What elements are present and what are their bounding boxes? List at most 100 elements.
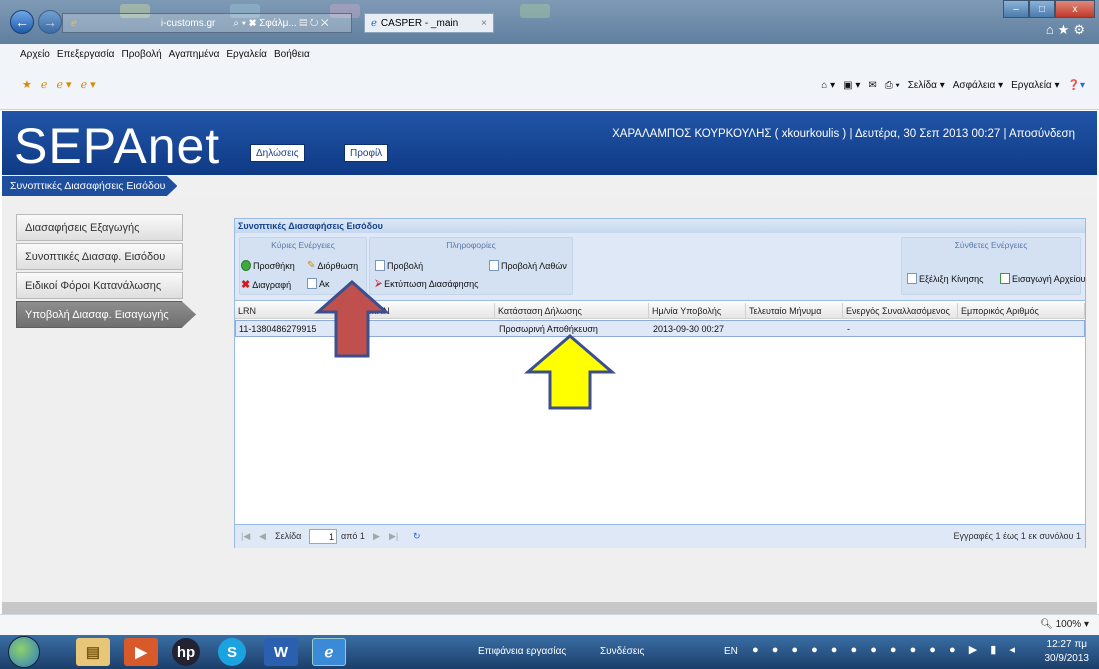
- start-button[interactable]: [8, 636, 40, 668]
- windows-taskbar: ▤ ▶ hp S W ℯ Επιφάνεια εργασίας Συνδέσει…: [0, 635, 1099, 669]
- tools-menu[interactable]: Εργαλεία ▾: [1011, 80, 1059, 91]
- media-player-icon[interactable]: ▶: [124, 638, 158, 666]
- breadcrumb[interactable]: Συνοπτικές Διασαφήσεις Εισόδου: [2, 176, 178, 196]
- system-tray-icons[interactable]: ● ● ● ● ● ● ● ● ● ● ● ▶ ▮ ◂: [752, 643, 1020, 656]
- zoom-control[interactable]: 🔍︎ 100% ▾: [1040, 619, 1089, 630]
- menu-favorites[interactable]: Αγαπημένα: [169, 49, 220, 60]
- help-icon[interactable]: ❓▾: [1068, 80, 1085, 91]
- site-header: SEPAnet Δηλώσεις Προφίλ ΧΑΡΑΛΑΜΠΟΣ ΚΟΥΡΚ…: [2, 111, 1097, 175]
- explorer-icon[interactable]: ▤: [76, 638, 110, 666]
- skype-icon[interactable]: S: [218, 638, 246, 666]
- cell-last-message: [747, 321, 844, 336]
- nav-declarations-button[interactable]: Δηλώσεις: [250, 144, 305, 162]
- delete-label: Διαγραφή: [252, 279, 292, 290]
- print-icon[interactable]: ⎙ ▾: [885, 80, 900, 91]
- print-declaration-label: Εκτύπωση Διασάφησης: [384, 278, 479, 289]
- last-page-icon[interactable]: ▶|: [389, 531, 398, 542]
- page-label: Σελίδα: [275, 531, 302, 541]
- sidebar-item-entry-summary[interactable]: Συνοπτικές Διασαφ. Εισόδου: [16, 243, 183, 270]
- column-header-status[interactable]: Κατάσταση Δήλωσης: [495, 303, 649, 319]
- forward-button[interactable]: →: [38, 10, 62, 34]
- info-group-title: Πληροφορίες: [446, 240, 496, 250]
- panel-title: Συνοπτικές Διασαφήσεις Εισόδου: [235, 219, 1085, 233]
- records-count: Εγγραφές 1 έως 1 εκ συνόλου 1: [953, 531, 1081, 541]
- zoom-level: 100%: [1055, 619, 1082, 630]
- add-button[interactable]: Προσθήκη: [241, 260, 295, 271]
- tab-close-icon[interactable]: ×: [481, 18, 487, 29]
- complex-actions-group: Σύνθετες Ενέργειες: [901, 237, 1081, 295]
- close-button[interactable]: x: [1055, 0, 1095, 18]
- document-icon: [907, 273, 917, 284]
- sidebar-item-import-submission[interactable]: Υποβολή Διασαφ. Εισαγωγής: [16, 301, 196, 328]
- print-declaration-button[interactable]: ⮚ Εκτύπωση Διασάφησης: [375, 278, 478, 289]
- browser-title-bar: ← → ℯ i-customs.gr ⌕ ▾ ✖ Σφάλμ... ▤ ↻ ✕ …: [0, 0, 1099, 44]
- minimize-button[interactable]: –: [1003, 0, 1029, 18]
- edit-button[interactable]: ✎ Διόρθωση: [307, 260, 358, 271]
- column-header-date[interactable]: Ημ/νία Υποβολής: [649, 303, 746, 319]
- menu-view[interactable]: Προβολή: [121, 49, 161, 60]
- main-actions-title: Κύριες Ενέργειες: [271, 240, 335, 250]
- command-bar: ★ ℯ ℯ▾ ℯ▾ ⌂ ▾ ▣ ▾ ✉ ⎙ ▾ Σελίδα ▾ Ασφάλει…: [0, 64, 1099, 110]
- prev-page-icon[interactable]: ◀: [259, 531, 266, 542]
- page-of-label: από 1: [341, 531, 365, 541]
- view-button[interactable]: Προβολή: [375, 260, 423, 271]
- menu-help[interactable]: Βοήθεια: [274, 49, 310, 60]
- view-label: Προβολή: [387, 260, 424, 271]
- document-icon: [489, 260, 499, 271]
- sepanet-logo: SEPAnet: [14, 118, 221, 174]
- cell-status: Προσωρινή Αποθήκευση: [499, 323, 598, 334]
- address-bar[interactable]: ℯ i-customs.gr ⌕ ▾ ✖ Σφάλμ... ▤ ↻ ✕: [62, 13, 352, 33]
- column-header-last-message[interactable]: Τελευταίο Μήνυμα: [746, 303, 843, 319]
- refresh-icon[interactable]: ↻: [413, 531, 421, 542]
- yellow-arrow-annotation: [523, 334, 617, 410]
- ie-tab-icon: ℯ: [371, 17, 377, 29]
- language-indicator[interactable]: EN: [724, 646, 738, 657]
- address-controls[interactable]: ⌕ ▾ ✖ Σφάλμ... ▤ ↻ ✕: [233, 18, 328, 29]
- sidebar-item-export-declarations[interactable]: Διασαφήσεις Εξαγωγής: [16, 214, 183, 241]
- clock[interactable]: 12:27 πμ 30/9/2013: [1045, 638, 1090, 666]
- add-label: Προσθήκη: [253, 260, 295, 271]
- cell-date: 2013-09-30 00:27: [653, 323, 725, 334]
- menu-tools[interactable]: Εργαλεία: [226, 49, 267, 60]
- maximize-button[interactable]: □: [1029, 0, 1055, 18]
- delete-button[interactable]: ✖ Διαγραφή: [241, 278, 291, 291]
- clock-date: 30/9/2013: [1044, 653, 1090, 664]
- movement-progress-button[interactable]: Εξέλιξη Κίνησης: [907, 273, 984, 284]
- column-header-commercial-no[interactable]: Εμπορικός Αριθμός: [958, 303, 1085, 319]
- import-file-button[interactable]: Εισαγωγή Αρχείου: [1000, 273, 1086, 284]
- favorites-icons[interactable]: ★ ℯ ℯ▾ ℯ▾: [22, 78, 99, 91]
- word-icon[interactable]: W: [264, 638, 298, 666]
- user-info[interactable]: ΧΑΡΑΛΑΜΠΟΣ ΚΟΥΡΚΟΥΛΗΣ ( xkourkoulis ) | …: [612, 128, 1075, 140]
- browser-tab[interactable]: ℯ CASPER - _main ×: [364, 13, 494, 33]
- background-decoration: [520, 4, 550, 18]
- declarations-panel: Συνοπτικές Διασαφήσεις Εισόδου Κύριες Εν…: [234, 218, 1086, 548]
- nav-profile-button[interactable]: Προφίλ: [344, 144, 389, 162]
- cell-active-trader: -: [847, 323, 850, 334]
- feeds-icon[interactable]: ▣ ▾: [843, 80, 860, 91]
- movement-progress-label: Εξέλιξη Κίνησης: [919, 273, 984, 284]
- menu-bar: Αρχείο Επεξεργασία Προβολή Αγαπημένα Εργ…: [0, 44, 1099, 64]
- page-number-input[interactable]: 1: [309, 529, 337, 544]
- safety-menu[interactable]: Ασφάλεια ▾: [953, 80, 1003, 91]
- command-bar-right: ⌂ ▾ ▣ ▾ ✉ ⎙ ▾ Σελίδα ▾ Ασφάλεια ▾ Εργαλε…: [821, 80, 1085, 91]
- browser-status-bar: 🔍︎ 100% ▾: [0, 614, 1099, 635]
- page-menu[interactable]: Σελίδα ▾: [908, 80, 945, 91]
- mail-icon[interactable]: ✉: [868, 80, 876, 91]
- column-header-active-trader[interactable]: Ενεργός Συναλλασόμενος: [843, 303, 958, 319]
- links-toolbar[interactable]: Συνδέσεις: [600, 646, 644, 657]
- cell-commercial-no: [959, 321, 1086, 336]
- home-favorites-tools-icons[interactable]: ⌂★⚙: [1046, 22, 1089, 38]
- tab-title: CASPER - _main: [380, 17, 459, 29]
- view-errors-button[interactable]: Προβολή Λαθών: [489, 260, 567, 271]
- desktop-toolbar[interactable]: Επιφάνεια εργασίας: [478, 646, 566, 657]
- first-page-icon[interactable]: |◀: [241, 531, 250, 542]
- clock-time: 12:27 πμ: [1046, 639, 1087, 650]
- home-icon[interactable]: ⌂ ▾: [821, 80, 835, 91]
- hp-icon[interactable]: hp: [172, 638, 200, 666]
- sidebar-item-excise[interactable]: Ειδικοί Φόροι Κατανάλωσης: [16, 272, 183, 299]
- next-page-icon[interactable]: ▶: [373, 531, 380, 542]
- back-button[interactable]: ←: [10, 10, 34, 34]
- ie-taskbar-icon[interactable]: ℯ: [312, 638, 346, 666]
- menu-file[interactable]: Αρχείο: [20, 49, 50, 60]
- menu-edit[interactable]: Επεξεργασία: [57, 49, 115, 60]
